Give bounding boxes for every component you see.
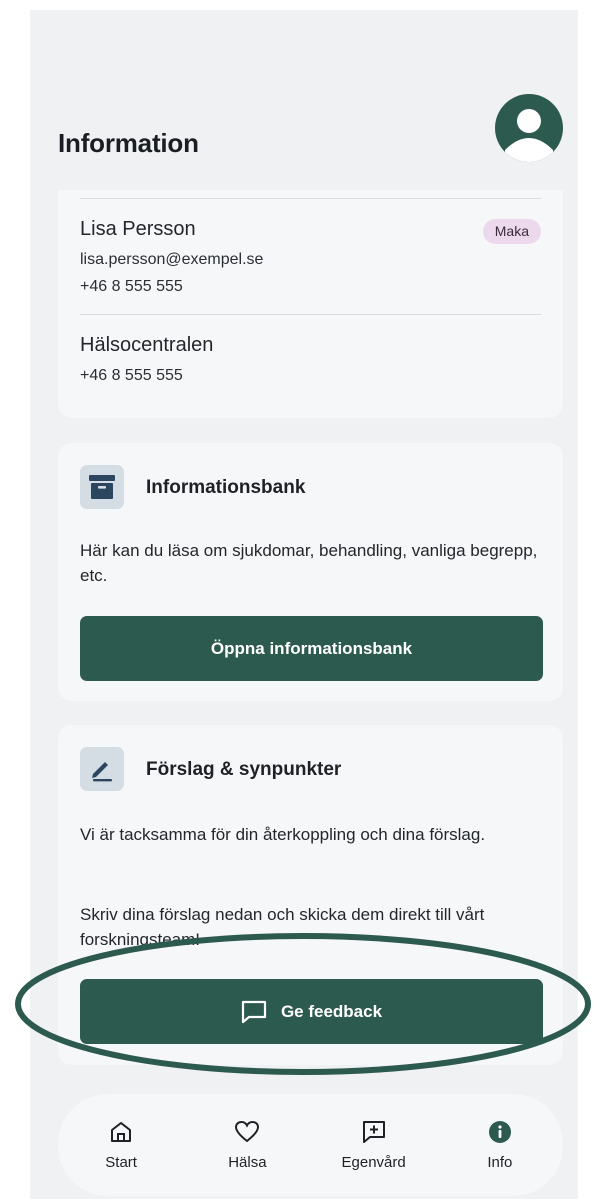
- divider: [80, 198, 541, 199]
- nav-label: Hälsa: [228, 1153, 267, 1171]
- button-label: Öppna informationsbank: [210, 638, 413, 658]
- card-description: Här kan du läsa om sjukdomar, behandling…: [80, 541, 538, 585]
- divider: [80, 314, 541, 315]
- feedback-card: Förslag & synpunkter Vi är tacksamma för…: [58, 725, 563, 1065]
- card-description: Vi är tacksamma för din återkoppling och…: [80, 825, 486, 844]
- card-title: Informationsbank: [146, 477, 306, 498]
- button-label: Ge feedback: [280, 1001, 383, 1021]
- nav-item-egenvard[interactable]: Egenvård: [319, 1120, 429, 1171]
- user-avatar-icon: [505, 109, 553, 162]
- relation-badge: Maka: [482, 219, 541, 244]
- chat-bubble-icon: [241, 1000, 267, 1023]
- contact-phone[interactable]: +46 8 555 555: [80, 367, 183, 385]
- nav-item-halsa[interactable]: Hälsa: [192, 1120, 302, 1171]
- nav-item-info[interactable]: Info: [445, 1120, 555, 1171]
- page-header: Information: [30, 10, 578, 190]
- nav-label: Info: [487, 1153, 513, 1171]
- nav-label: Egenvård: [341, 1153, 406, 1171]
- card-description: Skriv dina förslag nedan och skicka dem …: [80, 905, 485, 949]
- contact-phone[interactable]: +46 8 555 555: [80, 278, 183, 296]
- content-scroll[interactable]: Lisa Persson Maka lisa.persson@exempel.s…: [30, 188, 578, 1199]
- bottom-navigation: Start Hälsa Egenvård Info: [58, 1094, 563, 1196]
- plus-message-icon: [362, 1120, 385, 1143]
- heart-icon: [235, 1120, 260, 1142]
- information-bank-card: Informationsbank Här kan du läsa om sjuk…: [58, 443, 563, 701]
- contact-name: Hälsocentralen: [80, 334, 214, 356]
- open-information-bank-button[interactable]: Öppna informationsbank: [80, 616, 543, 681]
- card-title: Förslag & synpunkter: [146, 759, 342, 780]
- page-title: Information: [58, 128, 199, 158]
- contact-email[interactable]: lisa.persson@exempel.se: [80, 251, 263, 269]
- contacts-card: Lisa Persson Maka lisa.persson@exempel.s…: [58, 188, 563, 418]
- nav-item-start[interactable]: Start: [66, 1120, 176, 1171]
- contact-name: Lisa Persson: [80, 218, 196, 240]
- home-icon: [111, 1121, 132, 1142]
- avatar[interactable]: [495, 94, 563, 162]
- nav-label: Start: [105, 1153, 137, 1171]
- pencil-icon: [80, 747, 124, 791]
- give-feedback-button[interactable]: Ge feedback: [80, 979, 543, 1044]
- archive-box-icon: [80, 465, 124, 509]
- info-icon: [488, 1120, 511, 1143]
- app-screen: Information Lisa Persson Maka lisa.perss…: [30, 10, 578, 1199]
